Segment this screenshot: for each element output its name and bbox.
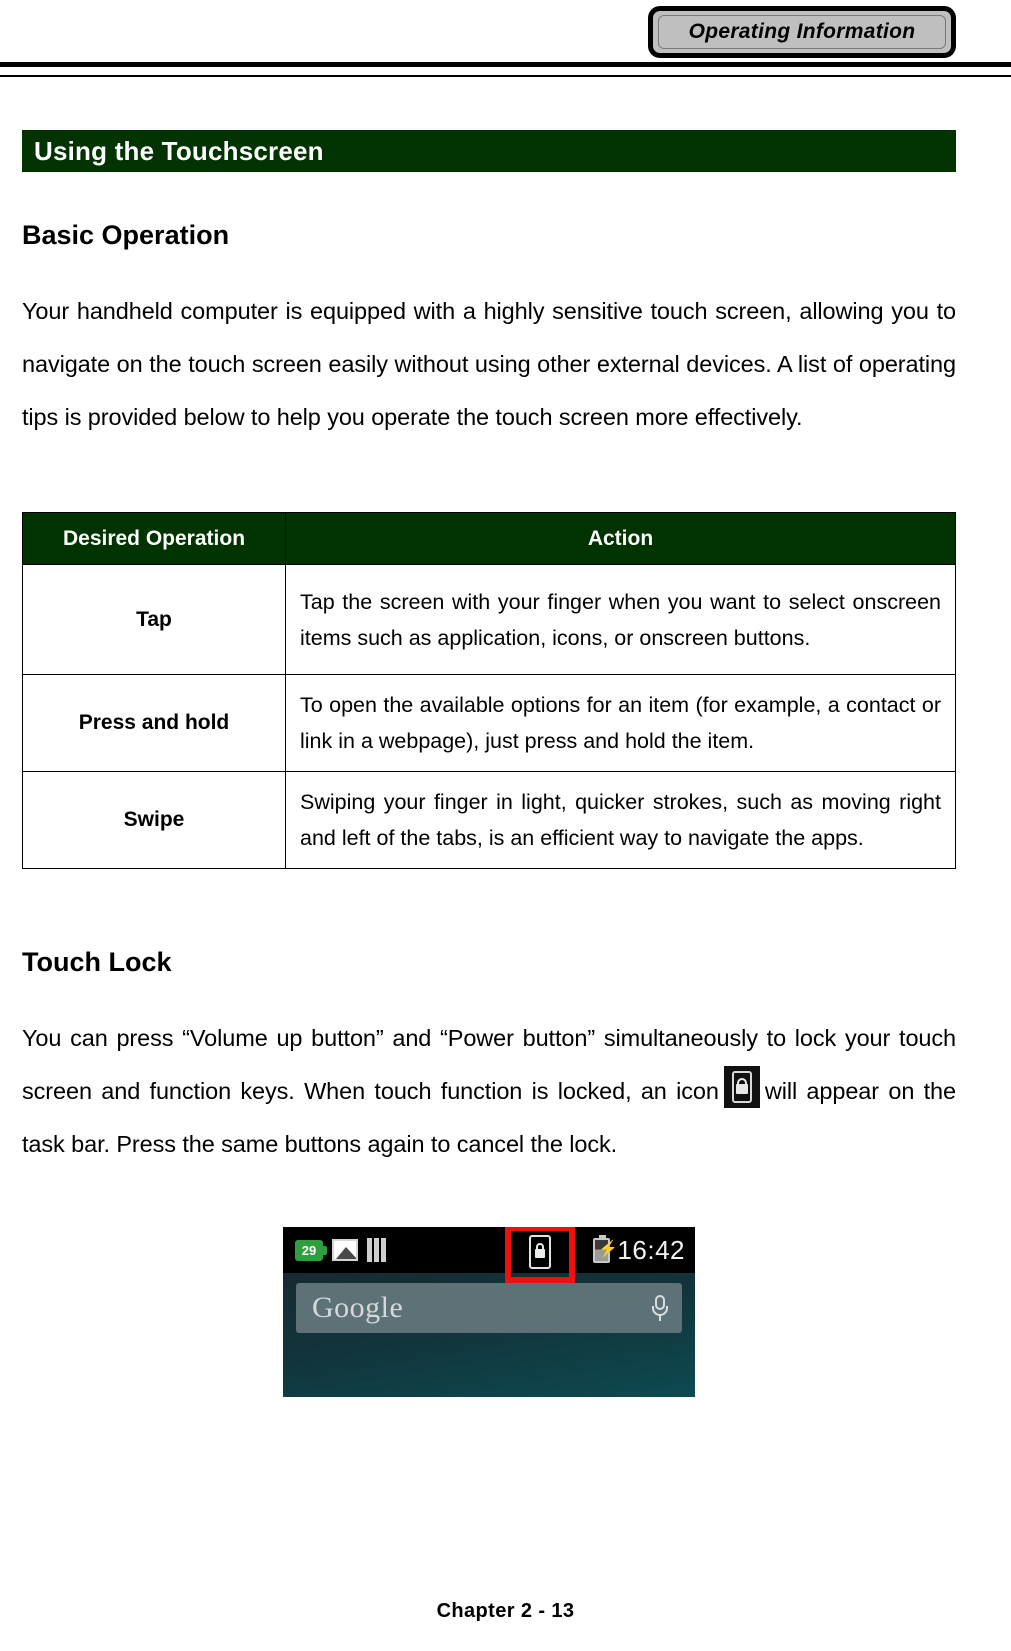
page-number-label: Chapter 2 - 13	[436, 1600, 575, 1622]
touch-lock-icon	[723, 1066, 760, 1108]
table-header-row: Desired Operation Action	[22, 512, 956, 565]
android-home-screenshot: 29 ⚡ 16:42 Google	[283, 1227, 695, 1397]
status-bar-touch-lock-body	[535, 1249, 545, 1258]
cell-action-press-and-hold: To open the available options for an ite…	[285, 674, 956, 772]
charging-bolt-icon: ⚡	[598, 1240, 619, 1258]
battery-notification-icon: 29	[295, 1239, 327, 1261]
figure-container: 29 ⚡ 16:42 Google	[22, 1227, 956, 1397]
basic-operation-heading: Basic Operation	[22, 220, 230, 250]
touch-lock-heading: Touch Lock	[22, 947, 172, 977]
touch-lock-paragraph: You can press “Volume up button” and “Po…	[22, 1012, 956, 1171]
status-bar-right-icons: ⚡ 16:42	[593, 1234, 685, 1266]
header-chapter-tab-inner: Operating Information	[657, 14, 947, 50]
cell-operation-tap: Tap	[22, 564, 286, 675]
cell-operation-press-and-hold: Press and hold	[22, 674, 286, 772]
page-header: Operating Information	[0, 0, 1011, 92]
page-footer: Chapter 2 - 13	[0, 1600, 1011, 1623]
page-content: Basic Operation Your handheld computer i…	[22, 220, 1011, 1397]
column-header-action: Action	[285, 512, 956, 565]
charging-battery-icon: ⚡	[593, 1234, 618, 1263]
battery-notification-count: 29	[301, 1242, 317, 1258]
status-bar-clock: 16:42	[617, 1234, 685, 1265]
cell-action-tap: Tap the screen with your finger when you…	[285, 564, 956, 675]
header-chapter-tab-label: Operating Information	[688, 20, 916, 43]
bars-icon	[367, 1238, 392, 1262]
status-bar-left-icons: 29	[283, 1238, 392, 1262]
section-title-bar: Using the Touchscreen	[22, 130, 956, 172]
lock-icon-highlight-box	[505, 1227, 575, 1283]
microphone-stem	[659, 1315, 661, 1321]
column-header-desired-operation: Desired Operation	[22, 512, 286, 565]
photo-icon	[332, 1239, 358, 1261]
cell-operation-swipe: Swipe	[22, 771, 286, 869]
header-divider-rule	[0, 62, 1011, 77]
android-status-bar: 29 ⚡ 16:42	[283, 1227, 695, 1273]
section-title-text: Using the Touchscreen	[34, 135, 324, 166]
microphone-icon[interactable]	[652, 1293, 668, 1323]
operations-table: Desired Operation Action Tap Tap the scr…	[22, 512, 956, 869]
cell-action-swipe: Swiping your finger in light, quicker st…	[285, 771, 956, 869]
basic-operation-paragraph: Your handheld computer is equipped with …	[22, 298, 956, 430]
google-search-widget[interactable]: Google	[296, 1283, 682, 1333]
header-chapter-tab: Operating Information	[648, 6, 956, 58]
table-row: Press and hold To open the available opt…	[22, 674, 956, 772]
touch-lock-icon-body	[735, 1084, 748, 1094]
table-row: Tap Tap the screen with your finger when…	[22, 564, 956, 675]
table-row: Swipe Swiping your finger in light, quic…	[22, 771, 956, 869]
google-logo-text: Google	[312, 1291, 404, 1324]
status-bar-touch-lock-icon	[529, 1235, 551, 1269]
